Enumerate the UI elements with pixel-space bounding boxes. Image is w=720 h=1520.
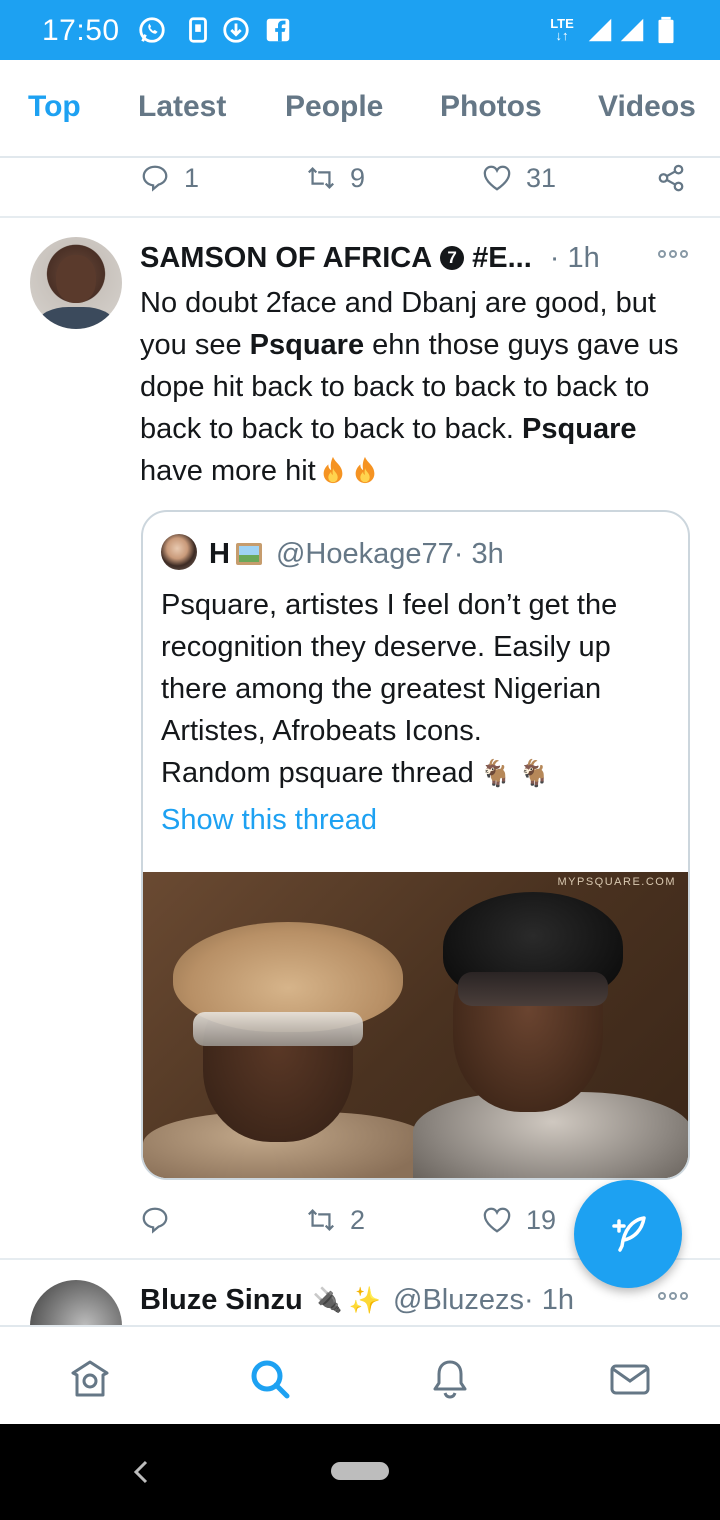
- tweet-author-name[interactable]: SAMSON OF AFRICA: [140, 242, 432, 275]
- heart-icon: [483, 1207, 511, 1233]
- system-navigation-bar: [0, 1424, 720, 1520]
- download-icon: [220, 14, 252, 46]
- avatar-shirt: [38, 307, 114, 329]
- lte-indicator: LTE ↓↑: [550, 16, 574, 43]
- tab-people[interactable]: People: [285, 90, 383, 124]
- quoted-text-body: Psquare, artistes I feel don’t get the r…: [161, 589, 618, 747]
- tab-top[interactable]: Top: [28, 90, 81, 124]
- like-count: 19: [526, 1204, 557, 1235]
- quoted-text-line: Random psquare thread: [161, 757, 474, 789]
- retweet-count: 9: [350, 162, 366, 193]
- previous-tweet-actions: 1 9 31: [0, 158, 720, 208]
- show-thread-link[interactable]: Show this thread: [161, 804, 377, 837]
- signal-icon-1: [584, 14, 616, 46]
- fire-emoji-icon: [323, 456, 343, 484]
- tweet-text-part: have more hit: [140, 455, 316, 487]
- avatar[interactable]: [30, 237, 122, 329]
- like-button[interactable]: 31: [482, 158, 556, 198]
- photo-watermark: MYPSQUARE.COM: [557, 876, 676, 888]
- tweet-time: · 1h: [549, 241, 600, 274]
- tweet-text: No doubt 2face and Dbanj are good, but y…: [140, 282, 700, 492]
- notifications-bell-icon[interactable]: [426, 1355, 474, 1403]
- retweet-icon: [308, 167, 334, 189]
- next-tweet-time: · 1h: [523, 1283, 574, 1316]
- quoted-tweet-header: H @Hoekage77 · 3h: [209, 534, 504, 574]
- reply-icon: [142, 1207, 168, 1234]
- avatar-face: [56, 255, 96, 303]
- quoted-author-handle: @Hoekage77: [275, 537, 454, 570]
- retweet-button[interactable]: 2: [306, 1200, 365, 1240]
- battery-icon: [650, 14, 682, 46]
- compose-feather-icon: [612, 1216, 646, 1252]
- home-icon[interactable]: [66, 1355, 114, 1403]
- quoted-avatar: [161, 534, 197, 570]
- tweet-divider: [0, 216, 720, 218]
- retweet-count: 2: [350, 1204, 366, 1235]
- tweet-author-handle: #E...: [472, 241, 532, 274]
- sparkles-emoji-icon: ✨: [348, 1284, 381, 1315]
- system-back-icon[interactable]: [128, 1454, 152, 1490]
- next-tweet-header: Bluze Sinzu 🔌 ✨ @Bluzezs · 1h: [140, 1280, 574, 1320]
- quoted-tweet-card[interactable]: H @Hoekage77 · 3h Psquare, artistes I fe…: [141, 510, 690, 1180]
- heart-icon: [483, 165, 511, 191]
- quoted-author-name: H: [209, 537, 230, 570]
- quoted-tweet-text: Psquare, artistes I feel don’t get the r…: [161, 584, 681, 794]
- reply-count: 1: [184, 162, 200, 193]
- photo-figure: [458, 972, 608, 1006]
- number-badge: 7: [440, 246, 465, 270]
- messages-envelope-icon[interactable]: [606, 1355, 654, 1403]
- sim-card-icon: [182, 14, 214, 46]
- tab-photos[interactable]: Photos: [440, 90, 542, 124]
- retweet-icon: [308, 1209, 334, 1231]
- share-button[interactable]: [656, 158, 686, 198]
- like-button[interactable]: 19: [482, 1200, 556, 1240]
- reply-button[interactable]: [140, 1200, 184, 1240]
- status-time: 17:50: [42, 14, 120, 47]
- next-tweet-handle: @Bluzezs: [393, 1283, 524, 1316]
- share-icon: [658, 164, 684, 192]
- reply-button[interactable]: 1: [140, 158, 199, 198]
- more-options-icon[interactable]: [658, 1292, 688, 1300]
- compose-tweet-button[interactable]: [574, 1180, 682, 1288]
- bottom-navigation: [0, 1325, 720, 1425]
- photo-figure: [193, 1012, 363, 1046]
- like-count: 31: [526, 162, 557, 193]
- tweet-text-bold: Psquare: [249, 329, 365, 361]
- tab-videos[interactable]: Videos: [598, 90, 696, 124]
- search-icon[interactable]: [246, 1355, 294, 1403]
- facebook-icon: [262, 14, 294, 46]
- whatsapp-icon: [136, 14, 168, 46]
- fire-emoji-icon: [355, 456, 375, 484]
- quoted-tweet-time: · 3h: [453, 537, 504, 570]
- search-tabs: Top Latest People Photos Videos: [0, 60, 720, 158]
- goat-emoji-icon: 🐐: [479, 758, 513, 788]
- signal-icon-2: [616, 14, 648, 46]
- reply-icon: [142, 165, 168, 192]
- status-bar: 17:50 LTE ↓↑: [0, 0, 720, 60]
- tab-latest[interactable]: Latest: [138, 90, 226, 124]
- plug-emoji-icon: 🔌: [312, 1286, 343, 1314]
- picture-emoji-icon: [235, 543, 262, 565]
- next-tweet-author-name[interactable]: Bluze Sinzu: [140, 1284, 303, 1317]
- retweet-button[interactable]: 9: [306, 158, 365, 198]
- quoted-photo[interactable]: MYPSQUARE.COM: [143, 872, 688, 1178]
- system-home-pill[interactable]: [331, 1462, 389, 1480]
- tweet-text-bold: Psquare: [522, 413, 637, 445]
- goat-emoji-icon: 🐐: [518, 758, 551, 788]
- tweet-header: SAMSON OF AFRICA 7 #E... · 1h: [140, 238, 700, 278]
- more-options-icon[interactable]: [658, 250, 688, 258]
